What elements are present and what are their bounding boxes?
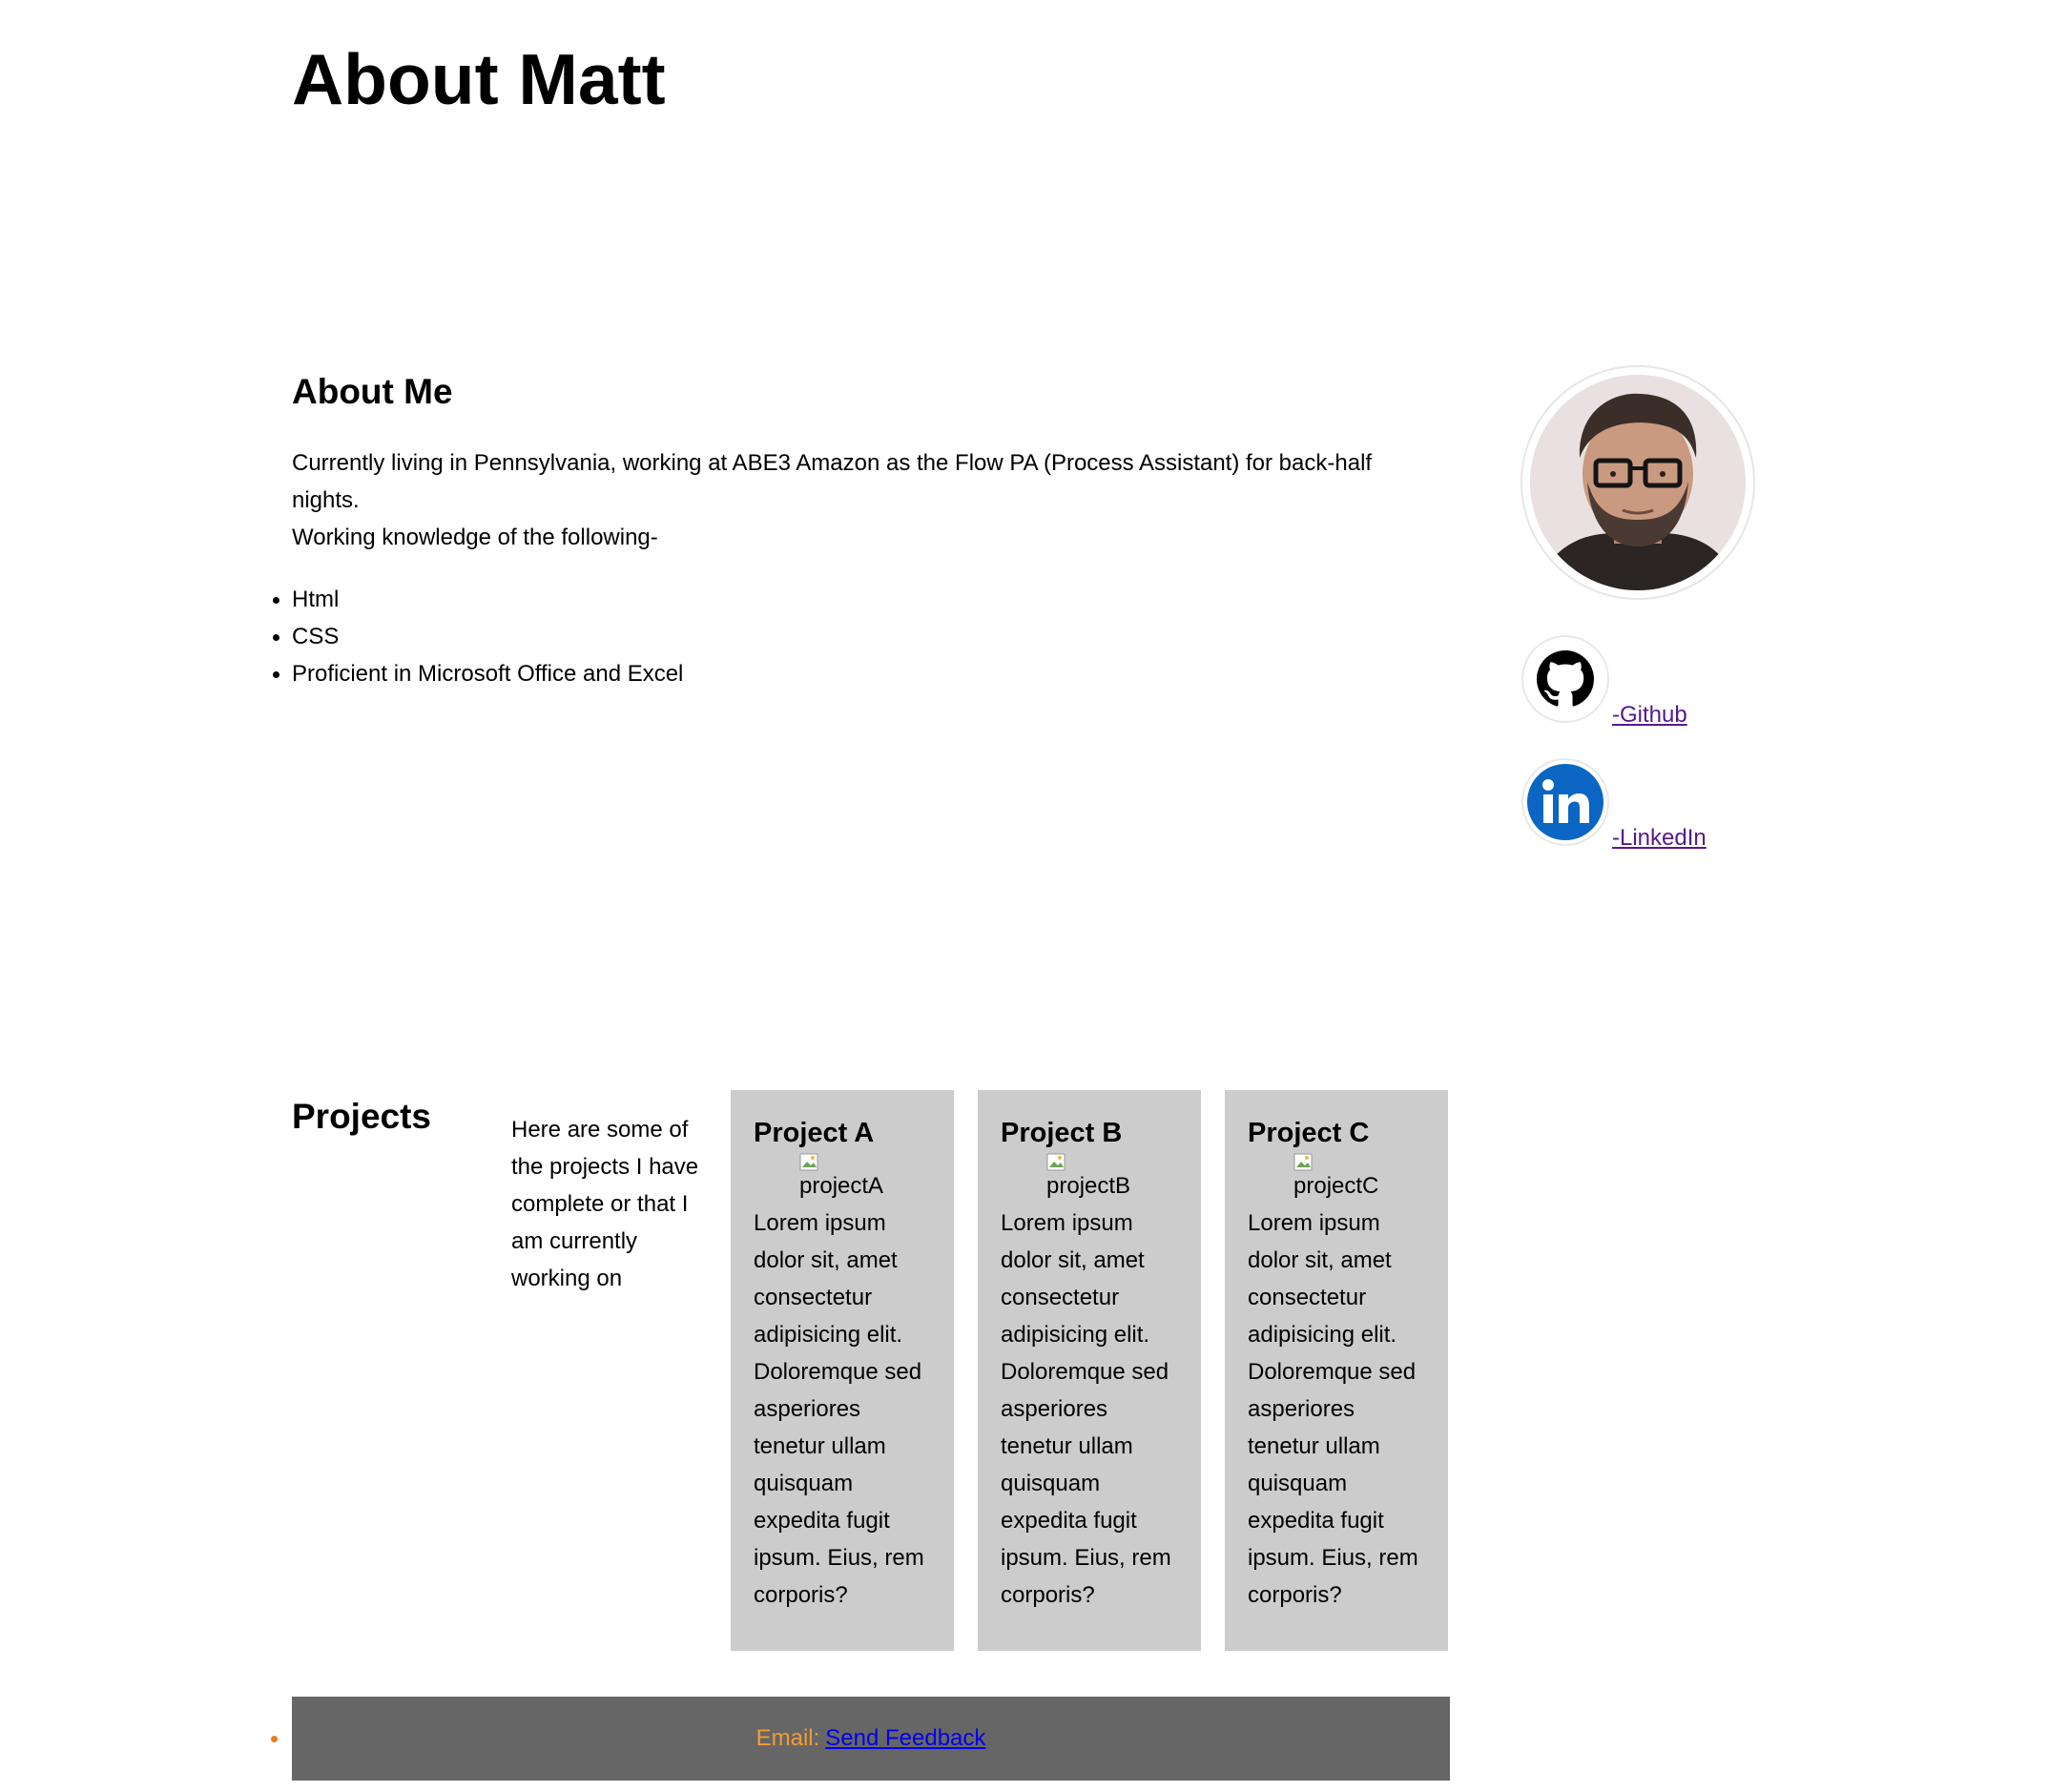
project-image-alt: projectC xyxy=(1293,1173,1379,1199)
project-description: Lorem ipsum dolor sit, amet consectetur … xyxy=(754,1210,924,1608)
profile-photo xyxy=(1521,365,1755,600)
project-title: Project A xyxy=(754,1118,875,1148)
project-card-a: Project A projectA Lorem ipsum dolor sit… xyxy=(731,1090,954,1651)
project-card-c: Project C projectC Lorem ipsum dolor sit… xyxy=(1225,1090,1448,1651)
about-line-2: Working knowledge of the following- xyxy=(292,525,658,550)
project-image: projectC xyxy=(1293,1153,1425,1201)
linkedin-icon[interactable] xyxy=(1521,758,1609,846)
about-heading: About Me xyxy=(292,372,453,411)
about-line-1: Currently living in Pennsylvania, workin… xyxy=(292,450,1373,513)
footer-bullet xyxy=(271,1736,278,1742)
page-title: About Matt xyxy=(292,39,666,119)
project-image: projectA xyxy=(799,1153,931,1201)
project-title: Project B xyxy=(1001,1118,1123,1148)
skills-list: Html CSS Proficient in Microsoft Office … xyxy=(272,581,683,692)
broken-image-icon xyxy=(1293,1153,1314,1172)
linkedin-link[interactable]: -LinkedIn xyxy=(1612,824,1707,853)
avatar xyxy=(1530,375,1746,590)
list-item: Proficient in Microsoft Office and Excel xyxy=(272,655,683,692)
github-icon[interactable] xyxy=(1521,635,1609,723)
project-card-b: Project B projectB Lorem ipsum dolor sit… xyxy=(978,1090,1201,1651)
broken-image-icon xyxy=(799,1153,820,1172)
project-title: Project C xyxy=(1248,1118,1370,1148)
project-image: projectB xyxy=(1046,1153,1178,1201)
footer-email-label: Email: xyxy=(755,1725,820,1751)
footer: Email: Send Feedback xyxy=(292,1697,1450,1781)
list-item: Html xyxy=(272,581,683,618)
send-feedback-link[interactable]: Send Feedback xyxy=(825,1725,985,1752)
list-item: CSS xyxy=(272,618,683,655)
project-image-alt: projectA xyxy=(799,1173,884,1199)
github-link[interactable]: -Github xyxy=(1612,701,1687,730)
page: About Matt About Me Currently living in … xyxy=(0,0,2069,1792)
broken-image-icon xyxy=(1046,1153,1067,1172)
project-description: Lorem ipsum dolor sit, amet consectetur … xyxy=(1248,1210,1418,1608)
project-description: Lorem ipsum dolor sit, amet consectetur … xyxy=(1001,1210,1171,1608)
projects-intro: Here are some of the projects I have com… xyxy=(511,1117,699,1291)
project-image-alt: projectB xyxy=(1046,1173,1131,1199)
about-text: Currently living in Pennsylvania, workin… xyxy=(292,444,1417,556)
projects-heading: Projects xyxy=(292,1097,432,1136)
